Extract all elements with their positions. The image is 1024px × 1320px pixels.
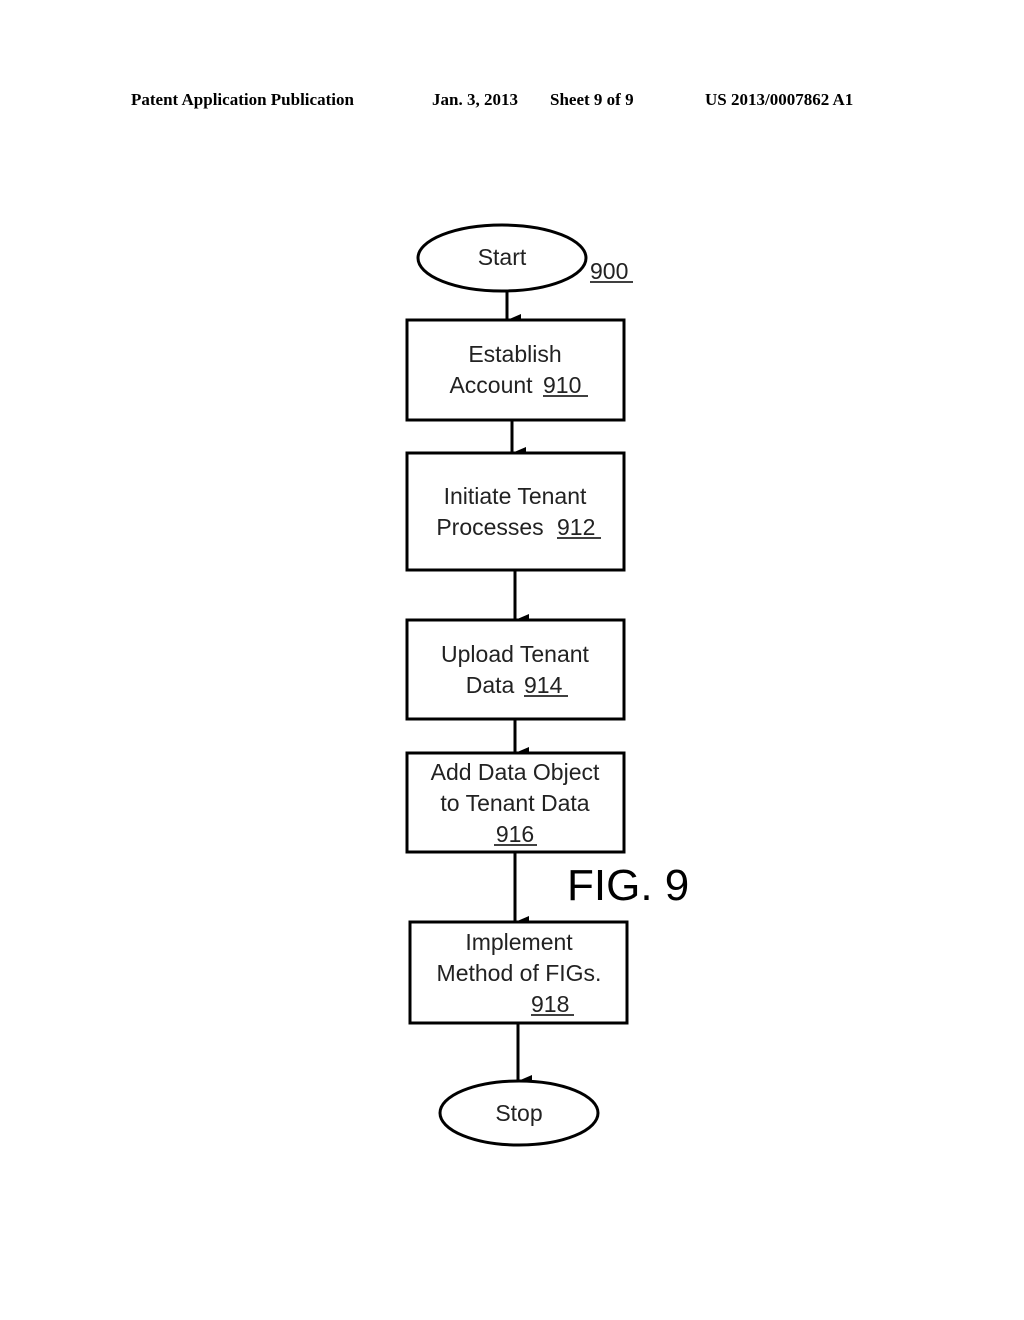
step-text: Account: [449, 372, 533, 398]
step-text: Upload Tenant: [441, 641, 590, 667]
step-text: Add Data Object: [431, 759, 600, 785]
figure-ref: 900: [590, 258, 628, 284]
step-text: Data: [466, 672, 515, 698]
figure-label: FIG. 9: [567, 861, 689, 910]
step-ref: 916: [496, 821, 534, 847]
step-ref: 918: [531, 991, 569, 1017]
step-box-912: [405, 451, 626, 572]
step-ref: 912: [557, 514, 595, 540]
step-text: to Tenant Data: [440, 790, 589, 816]
step-ref: 910: [543, 372, 581, 398]
flowchart: Start 900 Establish Account 910 Initiate…: [405, 223, 689, 1147]
stop-label: Stop: [495, 1100, 542, 1126]
step-text: Processes: [436, 514, 543, 540]
step-text: Initiate Tenant: [444, 483, 587, 509]
step-text: Implement: [465, 929, 573, 955]
step-text: Method of FIGs.: [437, 960, 602, 986]
step-ref: 914: [524, 672, 563, 698]
step-box-914: [405, 618, 626, 721]
step-box-910: [405, 318, 626, 422]
start-label: Start: [478, 244, 527, 270]
step-text: Establish: [468, 341, 561, 367]
